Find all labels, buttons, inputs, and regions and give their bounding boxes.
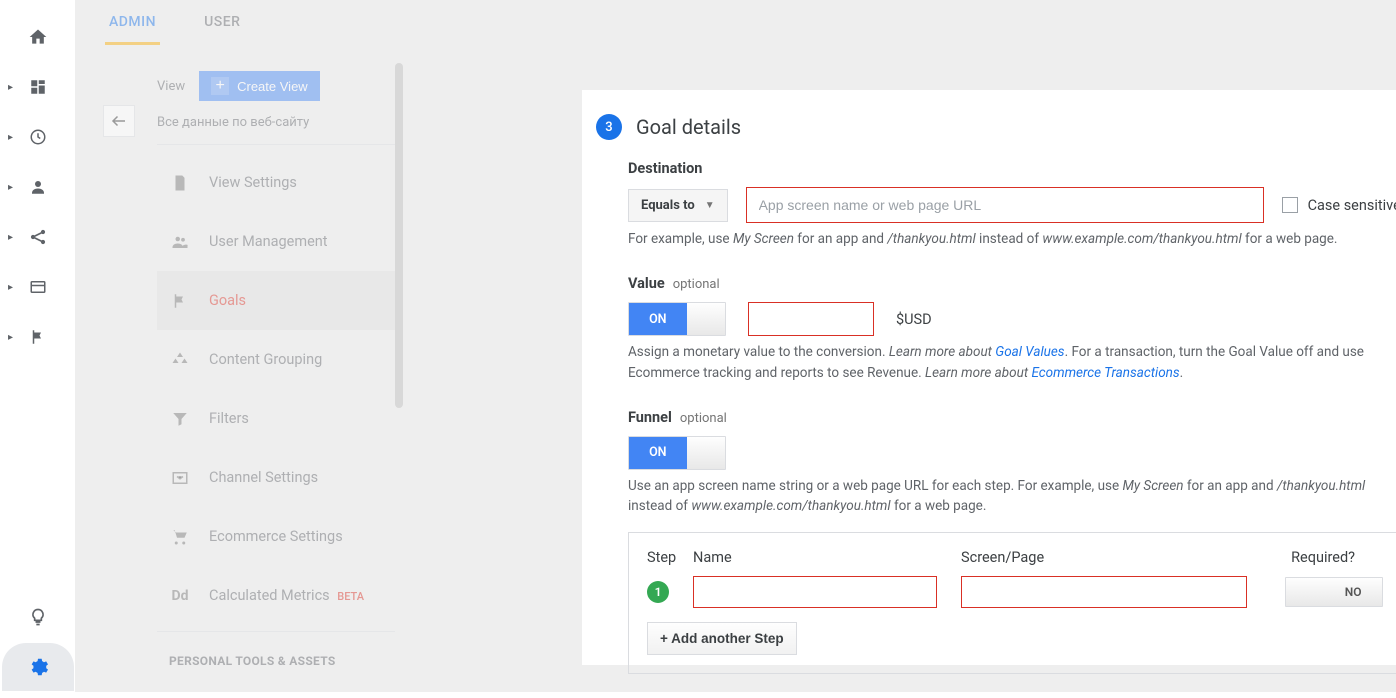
funnel-steps-box: Step Name Screen/Page Required? 1 bbox=[628, 532, 1396, 674]
menu-channel-settings[interactable]: Channel Settings bbox=[157, 448, 395, 507]
funnel-hint: Use an app screen name string or a web p… bbox=[628, 476, 1396, 517]
col-name: Name bbox=[693, 549, 961, 566]
create-view-label: Create View bbox=[237, 79, 308, 94]
funnel-name-input[interactable] bbox=[693, 576, 937, 608]
person-icon bbox=[29, 178, 47, 196]
bulb-icon bbox=[28, 607, 48, 627]
value-toggle[interactable]: ON bbox=[628, 302, 726, 336]
flag-icon bbox=[169, 292, 191, 310]
col-step: Step bbox=[647, 549, 693, 566]
share-icon bbox=[28, 227, 48, 247]
view-column: View + Create View Все данные по веб-сай… bbox=[95, 63, 395, 678]
create-view-button[interactable]: + Create View bbox=[199, 71, 320, 101]
beta-badge: BETA bbox=[337, 590, 364, 603]
destination-hint: For example, use My Screen for an app an… bbox=[628, 229, 1396, 249]
panel-title: Goal details bbox=[636, 115, 741, 139]
behavior-icon bbox=[29, 278, 47, 296]
match-type-dropdown[interactable]: Equals to ▼ bbox=[628, 189, 728, 222]
chevron-down-icon: ▼ bbox=[705, 200, 715, 211]
goal-values-link[interactable]: Goal Values bbox=[995, 344, 1064, 360]
value-label: Valueoptional bbox=[628, 275, 1396, 292]
grouping-icon bbox=[169, 351, 191, 369]
step-badge: 3 bbox=[596, 114, 622, 140]
people-icon bbox=[169, 233, 191, 251]
ecommerce-link[interactable]: Ecommerce Transactions bbox=[1031, 365, 1179, 381]
col-required: Required? bbox=[1271, 549, 1385, 566]
goal-details-panel: 3 Goal details Destination Equals to ▼ bbox=[582, 90, 1396, 665]
scrollbar[interactable] bbox=[395, 63, 403, 408]
caret-icon: ▸ bbox=[8, 332, 13, 343]
menu-view-settings[interactable]: View Settings bbox=[157, 153, 395, 212]
rail-home[interactable] bbox=[0, 12, 75, 62]
rail-admin[interactable] bbox=[0, 642, 75, 692]
admin-tabs: ADMIN USER bbox=[75, 0, 1396, 45]
rail-audience[interactable]: ▸ bbox=[0, 162, 75, 212]
menu-content-grouping[interactable]: Content Grouping bbox=[157, 330, 395, 389]
add-step-button[interactable]: + Add another Step bbox=[647, 622, 797, 655]
filter-icon bbox=[169, 410, 191, 428]
rail-customization[interactable]: ▸ bbox=[0, 62, 75, 112]
view-label: View bbox=[157, 79, 185, 94]
rail-discover[interactable] bbox=[0, 592, 75, 642]
menu-goals[interactable]: Goals bbox=[157, 271, 395, 330]
funnel-step-badge: 1 bbox=[647, 581, 669, 603]
required-toggle[interactable]: NO bbox=[1285, 577, 1383, 607]
rail-conversions[interactable]: ▸ bbox=[0, 312, 75, 362]
funnel-page-input[interactable] bbox=[961, 576, 1247, 608]
col-page: Screen/Page bbox=[961, 549, 1271, 566]
funnel-label: Funneloptional bbox=[628, 409, 1396, 426]
gear-icon bbox=[27, 656, 49, 678]
menu-ecommerce-settings[interactable]: Ecommerce Settings bbox=[157, 507, 395, 566]
rail-realtime[interactable]: ▸ bbox=[0, 112, 75, 162]
case-sensitive-label: Case sensitive bbox=[1308, 197, 1396, 214]
dd-icon: Dd bbox=[169, 588, 191, 604]
channel-icon bbox=[169, 469, 191, 487]
clock-icon bbox=[29, 128, 47, 146]
view-subtitle: Все данные по веб-сайту bbox=[157, 115, 395, 145]
tab-user[interactable]: USER bbox=[200, 0, 244, 45]
rail-acquisition[interactable]: ▸ bbox=[0, 212, 75, 262]
caret-icon: ▸ bbox=[8, 182, 13, 193]
caret-icon: ▸ bbox=[8, 232, 13, 243]
case-sensitive-checkbox[interactable] bbox=[1282, 197, 1298, 213]
plus-icon: + bbox=[211, 77, 229, 95]
left-nav-rail: ▸ ▸ ▸ ▸ ▸ ▸ bbox=[0, 0, 75, 692]
value-input[interactable] bbox=[748, 302, 874, 336]
menu-calculated-metrics[interactable]: Dd Calculated Metrics BETA bbox=[157, 566, 395, 625]
menu-filters[interactable]: Filters bbox=[157, 389, 395, 448]
caret-icon: ▸ bbox=[8, 82, 13, 93]
document-icon bbox=[169, 174, 191, 192]
caret-icon: ▸ bbox=[8, 282, 13, 293]
section-personal-tools: PERSONAL TOOLS & ASSETS bbox=[157, 631, 395, 678]
menu-user-management[interactable]: User Management bbox=[157, 212, 395, 271]
currency-label: $USD bbox=[896, 311, 932, 328]
caret-icon: ▸ bbox=[8, 132, 13, 143]
tab-admin[interactable]: ADMIN bbox=[105, 0, 160, 45]
destination-label: Destination bbox=[628, 160, 1396, 177]
flag-icon bbox=[29, 328, 47, 346]
cart-icon bbox=[169, 528, 191, 546]
funnel-toggle[interactable]: ON bbox=[628, 436, 726, 470]
home-icon bbox=[28, 27, 48, 47]
rail-behavior[interactable]: ▸ bbox=[0, 262, 75, 312]
value-hint: Assign a monetary value to the conversio… bbox=[628, 342, 1396, 383]
destination-input[interactable] bbox=[746, 187, 1264, 223]
dashboard-icon bbox=[29, 78, 47, 96]
